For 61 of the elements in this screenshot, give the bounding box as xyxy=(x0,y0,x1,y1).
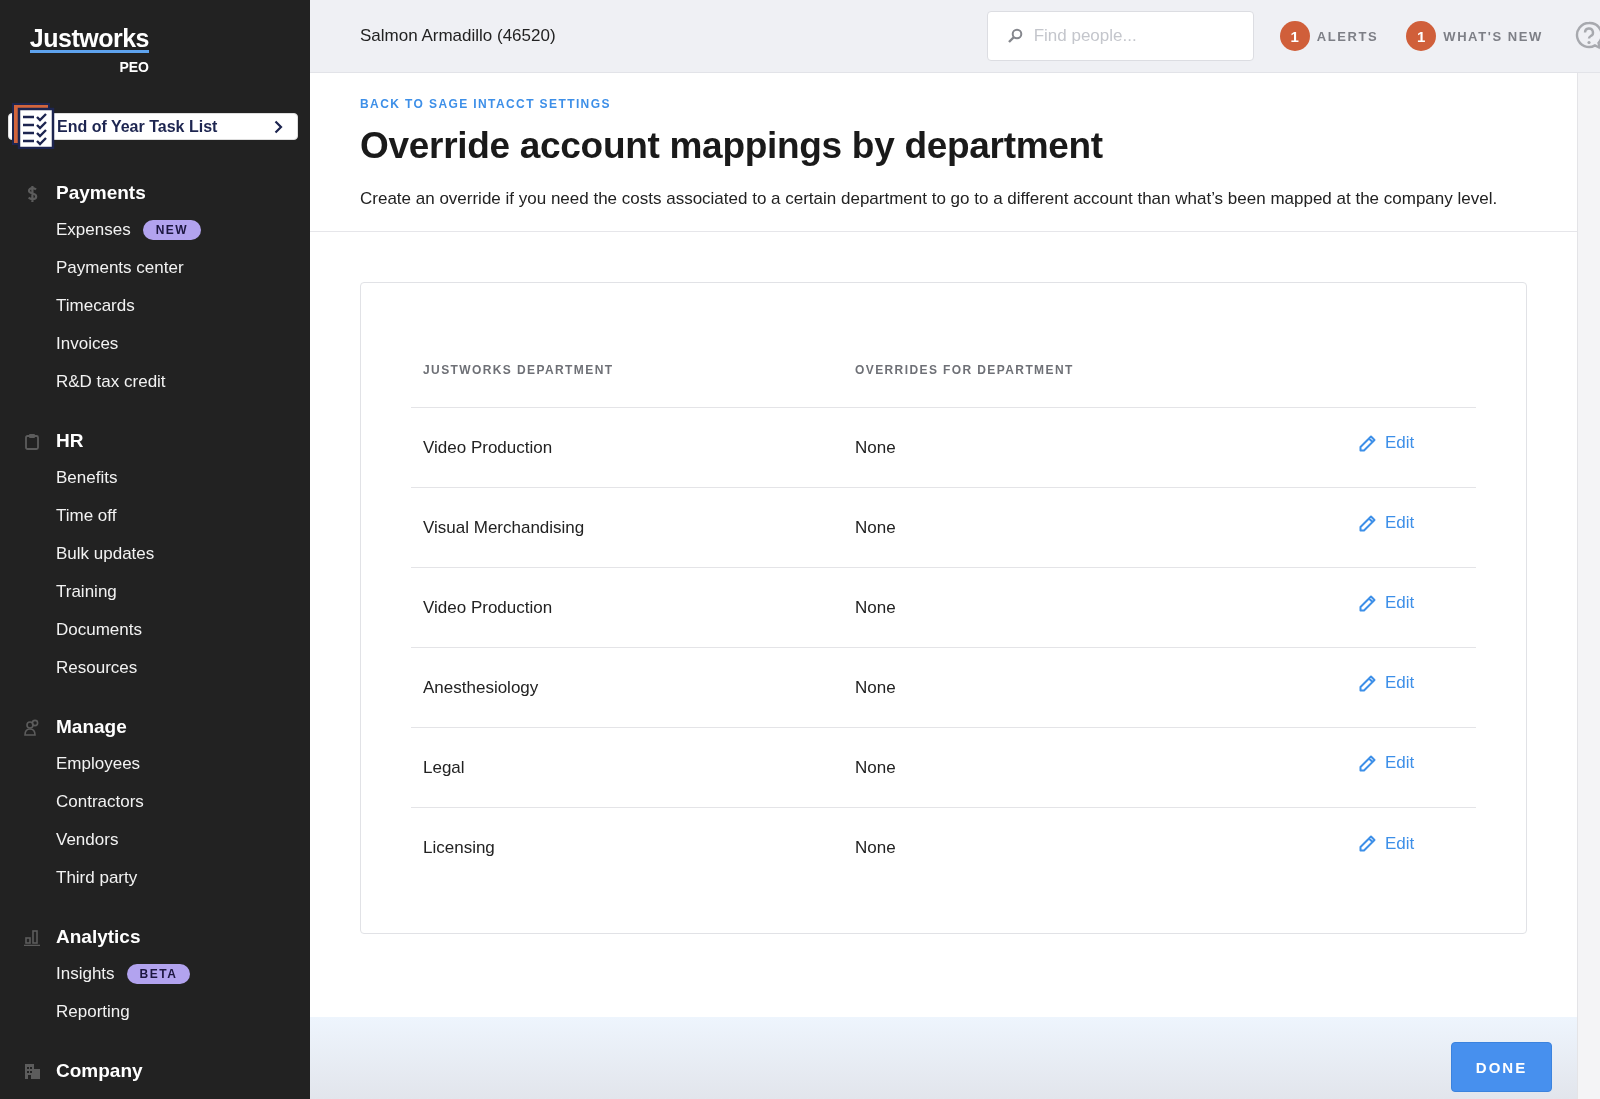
sidebar-item[interactable]: Reporting xyxy=(56,1002,130,1022)
sidebar-item[interactable]: Expenses xyxy=(56,220,131,240)
table-cell: None xyxy=(843,807,1346,888)
sidebar-item[interactable]: Bulk updates xyxy=(56,544,155,564)
table-cell: Licensing xyxy=(411,807,843,888)
pencil-icon xyxy=(1358,513,1377,533)
clipboard-icon xyxy=(23,432,41,450)
sidebar-item[interactable]: Documents xyxy=(56,620,142,640)
table-cell: None xyxy=(843,567,1346,648)
pencil-icon xyxy=(1358,433,1377,453)
pencil-icon xyxy=(1358,673,1377,693)
status-badge: NEW xyxy=(142,220,202,240)
pencil-icon xyxy=(1358,593,1377,613)
people-icon xyxy=(23,718,41,736)
logo-wordmark: Justworks xyxy=(29,26,149,53)
pencil-icon xyxy=(1358,753,1377,773)
sidebar-section-title[interactable]: HR xyxy=(56,430,84,452)
count-badge: 1 xyxy=(1406,21,1437,51)
sidebar-item[interactable]: Invoices xyxy=(56,334,119,354)
table-cell: None xyxy=(843,487,1346,568)
notice-link[interactable]: WHAT'S NEW xyxy=(1443,28,1543,44)
logo-subtitle: PEO xyxy=(119,59,149,75)
table-cell: None xyxy=(843,407,1346,488)
sidebar-item[interactable]: Time off xyxy=(56,506,117,526)
sidebar-section-title[interactable]: Manage xyxy=(56,716,127,738)
notice-link[interactable]: ALERTS xyxy=(1316,28,1379,44)
sidebar-section-title[interactable]: Company xyxy=(56,1060,143,1082)
sidebar-item[interactable]: Resources xyxy=(56,658,138,678)
sidebar-item[interactable]: Vendors xyxy=(56,830,119,850)
help-icon[interactable] xyxy=(1574,21,1600,51)
building-icon xyxy=(23,1062,41,1080)
sidebar-item[interactable]: Third party xyxy=(56,868,138,888)
table-cell: Video Production xyxy=(411,567,843,648)
sidebar-item[interactable]: Benefits xyxy=(56,468,118,488)
pencil-icon xyxy=(1358,834,1377,853)
sidebar-item[interactable]: Contractors xyxy=(56,792,144,812)
column-header: OVERRIDES FOR DEPARTMENT xyxy=(843,363,1346,408)
table-cell: Video Production xyxy=(411,407,843,488)
table-cell: Anesthesiology xyxy=(411,647,843,728)
status-badge: BETA xyxy=(126,964,191,984)
search-field[interactable]: Find people... xyxy=(986,11,1254,61)
sidebar-item[interactable]: R&D tax credit xyxy=(56,372,166,392)
table-cell: None xyxy=(843,727,1346,808)
chevron-right-icon xyxy=(274,119,283,134)
column-header: JUSTWORKS DEPARTMENT xyxy=(411,363,843,408)
sidebar-section-title[interactable]: Payments xyxy=(56,182,146,204)
table-cell: Visual Merchandising xyxy=(411,487,843,568)
company-name: Salmon Armadillo (46520) xyxy=(360,26,556,46)
sidebar-section-title[interactable]: Analytics xyxy=(56,926,141,948)
table-cell: None xyxy=(843,647,1346,728)
sidebar-item[interactable]: Employees xyxy=(56,754,141,774)
sidebar-item[interactable]: Payments center xyxy=(56,258,184,278)
checklist-icon xyxy=(11,103,55,149)
bar-chart-icon xyxy=(23,928,41,946)
page-title: Override account mappings by department xyxy=(360,125,1104,167)
count-badge: 1 xyxy=(1279,21,1310,51)
sidebar-item[interactable]: Timecards xyxy=(56,296,135,316)
sidebar-item[interactable]: Training xyxy=(56,582,117,602)
page-description: Create an override if you need the costs associated to a certain department to go to a different account than what’s been mapped at the company level. xyxy=(360,188,1499,210)
sidebar-item[interactable]: Insights xyxy=(56,964,115,984)
table-cell: Legal xyxy=(411,727,843,808)
